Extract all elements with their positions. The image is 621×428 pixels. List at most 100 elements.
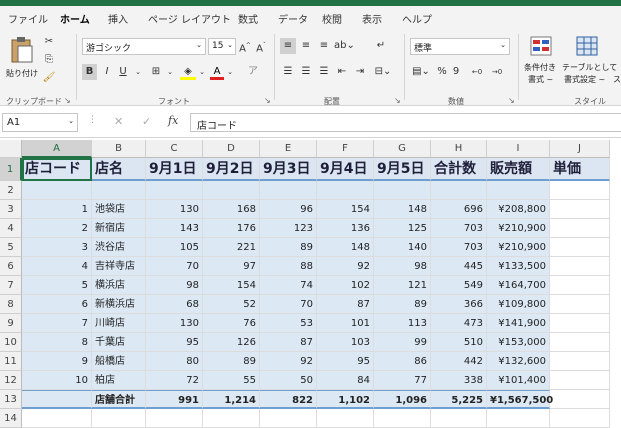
column-header-b[interactable]: B <box>92 140 146 158</box>
table-cell[interactable]: 船橋店 <box>92 352 146 371</box>
table-cell[interactable]: 703 <box>431 238 487 257</box>
table-cell[interactable]: 7 <box>22 314 92 333</box>
column-header-h[interactable]: H <box>431 140 487 158</box>
dialog-launcher-icon[interactable]: ↘ <box>394 96 401 105</box>
table-cell[interactable]: 53 <box>260 314 317 333</box>
table-cell[interactable]: ¥164,700 <box>487 276 550 295</box>
decrease-indent-icon[interactable]: ⇤ <box>334 64 350 80</box>
row-header-5[interactable]: 5 <box>0 238 22 257</box>
chevron-down-icon[interactable]: ⌄ <box>166 64 174 80</box>
column-header-d[interactable]: D <box>203 140 260 158</box>
select-all-corner[interactable] <box>0 140 22 158</box>
table-cell[interactable]: 126 <box>203 333 260 352</box>
empty-cell[interactable] <box>22 181 92 200</box>
table-cell[interactable]: 池袋店 <box>92 200 146 219</box>
chevron-down-icon[interactable]: ⌄ <box>134 64 142 80</box>
empty-cell[interactable] <box>487 409 550 428</box>
row-header-7[interactable]: 7 <box>0 276 22 295</box>
table-cell[interactable]: 川崎店 <box>92 314 146 333</box>
table-cell[interactable]: 68 <box>146 295 203 314</box>
paste-button[interactable]: 貼り付け <box>4 34 40 90</box>
table-cell[interactable]: 渋谷店 <box>92 238 146 257</box>
tab-help[interactable]: ヘルプ <box>402 11 432 26</box>
name-box[interactable]: A1 ⌄ <box>2 113 78 132</box>
empty-cell[interactable] <box>374 409 431 428</box>
table-cell[interactable]: 442 <box>431 352 487 371</box>
empty-cell[interactable] <box>146 409 203 428</box>
cancel-icon[interactable]: ✕ <box>114 115 123 128</box>
fill-color-icon[interactable]: ◈ <box>180 64 196 80</box>
total-cell[interactable] <box>22 390 92 409</box>
align-top-icon[interactable]: ≡ <box>280 38 296 54</box>
table-cell[interactable]: 366 <box>431 295 487 314</box>
percent-button[interactable]: % <box>436 64 448 80</box>
increase-decimal-icon[interactable]: ←0 <box>468 64 486 80</box>
empty-cell[interactable] <box>22 409 92 428</box>
tab-home[interactable]: ホーム <box>60 11 90 26</box>
table-cell[interactable]: 148 <box>374 200 431 219</box>
dialog-launcher-icon[interactable]: ↘ <box>64 96 71 105</box>
table-cell[interactable]: 98 <box>374 257 431 276</box>
column-header-j[interactable]: J <box>550 140 610 158</box>
row-header-9[interactable]: 9 <box>0 314 22 333</box>
insert-function-icon[interactable]: fx <box>168 114 178 127</box>
table-cell[interactable]: 89 <box>260 238 317 257</box>
row-header-10[interactable]: 10 <box>0 333 22 352</box>
empty-cell[interactable] <box>146 181 203 200</box>
row-header-4[interactable]: 4 <box>0 219 22 238</box>
table-cell[interactable]: 176 <box>203 219 260 238</box>
table-cell[interactable]: 105 <box>146 238 203 257</box>
empty-cell[interactable] <box>550 257 610 276</box>
table-cell[interactable]: 80 <box>146 352 203 371</box>
border-icon[interactable]: ⊞ <box>148 64 164 80</box>
align-middle-icon[interactable]: ≡ <box>298 38 314 54</box>
total-cell[interactable]: 1,214 <box>203 390 260 409</box>
row-header-2[interactable]: 2 <box>0 181 22 200</box>
cell-styles-label[interactable]: ス <box>613 74 621 85</box>
table-cell[interactable]: ¥109,800 <box>487 295 550 314</box>
table-cell[interactable]: 8 <box>22 333 92 352</box>
table-cell[interactable]: ¥141,900 <box>487 314 550 333</box>
table-cell[interactable]: 88 <box>260 257 317 276</box>
grow-font-icon[interactable]: A^ <box>238 38 252 54</box>
table-cell[interactable]: 9 <box>22 352 92 371</box>
decrease-decimal-icon[interactable]: →0 <box>488 64 506 80</box>
empty-cell[interactable] <box>550 333 610 352</box>
table-cell[interactable]: 89 <box>374 295 431 314</box>
empty-cell[interactable] <box>550 200 610 219</box>
table-cell[interactable]: 2 <box>22 219 92 238</box>
empty-cell[interactable] <box>550 390 610 409</box>
table-cell[interactable]: 136 <box>317 219 374 238</box>
table-cell[interactable]: 50 <box>260 371 317 390</box>
tab-data[interactable]: データ <box>278 11 308 26</box>
table-cell[interactable]: 1 <box>22 200 92 219</box>
shrink-font-icon[interactable]: Aˇ <box>254 38 268 54</box>
table-cell[interactable]: 103 <box>317 333 374 352</box>
cut-icon[interactable]: ✂ <box>42 34 56 50</box>
empty-cell[interactable] <box>550 371 610 390</box>
chevron-down-icon[interactable]: ⌄ <box>198 64 206 80</box>
table-cell[interactable]: 87 <box>317 295 374 314</box>
table-cell[interactable]: 125 <box>374 219 431 238</box>
table-cell[interactable]: 338 <box>431 371 487 390</box>
empty-cell[interactable] <box>203 409 260 428</box>
empty-cell[interactable] <box>550 295 610 314</box>
merge-center-icon[interactable]: ⊟⌄ <box>372 64 394 80</box>
row-header-1[interactable]: 1 <box>0 158 22 181</box>
column-header-i[interactable]: I <box>487 140 550 158</box>
table-cell[interactable]: 89 <box>203 352 260 371</box>
table-header-cell[interactable]: 9月5日 <box>374 158 431 181</box>
tab-formulas[interactable]: 数式 <box>238 11 258 26</box>
empty-cell[interactable] <box>550 238 610 257</box>
table-cell[interactable]: 70 <box>260 295 317 314</box>
total-cell[interactable]: ¥1,567,500 <box>487 390 553 409</box>
table-cell[interactable]: 6 <box>22 295 92 314</box>
empty-cell[interactable] <box>487 181 550 200</box>
total-cell[interactable]: 店舗合計 <box>92 390 146 409</box>
align-left-icon[interactable]: ☰ <box>280 64 296 80</box>
dialog-launcher-icon[interactable]: ↘ <box>508 96 515 105</box>
table-cell[interactable]: ¥210,900 <box>487 238 550 257</box>
table-cell[interactable]: 99 <box>374 333 431 352</box>
table-cell[interactable]: 3 <box>22 238 92 257</box>
format-as-table-button[interactable]: テーブルとして 書式設定 ~ <box>562 34 617 90</box>
